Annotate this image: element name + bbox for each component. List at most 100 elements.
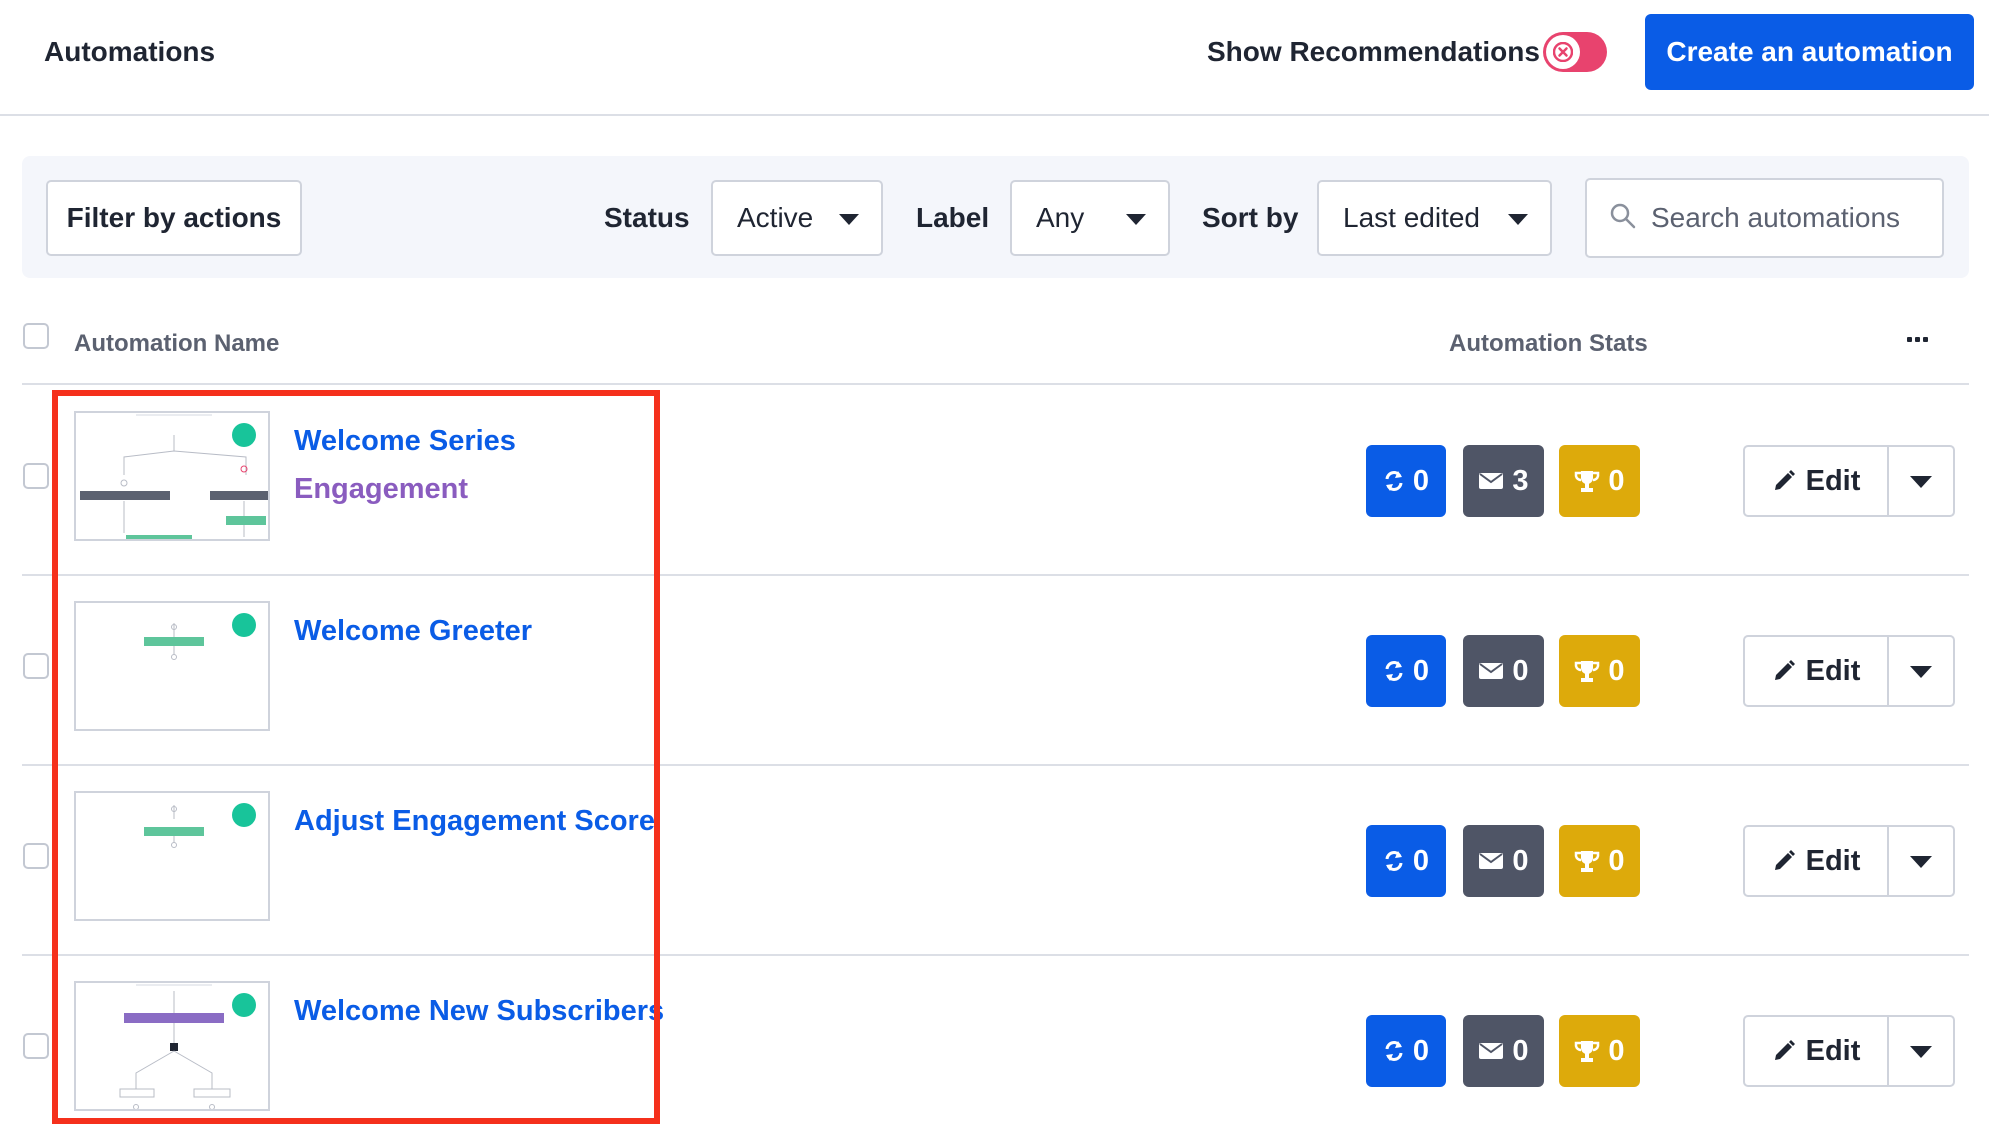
close-icon xyxy=(1553,42,1573,62)
row-checkbox[interactable] xyxy=(23,653,49,679)
table-row: Welcome New Subscribers 0 0 0 Edit xyxy=(0,955,1989,1132)
refresh-icon xyxy=(1385,1041,1403,1061)
refresh-icon xyxy=(1385,851,1403,871)
show-recommendations-toggle[interactable] xyxy=(1543,32,1607,72)
label-select-value: Any xyxy=(1036,202,1085,233)
chevron-down-icon xyxy=(839,214,859,225)
refresh-icon xyxy=(1385,661,1403,681)
edit-button[interactable]: Edit xyxy=(1745,447,1889,515)
edit-dropdown-button[interactable] xyxy=(1889,827,1953,895)
goals-stat[interactable]: 0 xyxy=(1559,1015,1640,1087)
label-filter-label: Label xyxy=(916,202,990,233)
contacts-stat[interactable]: 0 xyxy=(1366,445,1446,517)
chevron-down-icon xyxy=(1508,214,1528,225)
chevron-down-icon xyxy=(1910,856,1932,868)
table-row: Welcome Greeter 0 0 0 Edit xyxy=(0,575,1989,765)
emails-count: 0 xyxy=(1512,654,1529,687)
sort-select[interactable]: Last edited xyxy=(1317,180,1552,256)
contacts-count: 0 xyxy=(1412,654,1430,687)
edit-button[interactable]: Edit xyxy=(1745,637,1889,705)
emails-count: 0 xyxy=(1512,1034,1529,1067)
emails-stat[interactable]: 0 xyxy=(1463,1015,1544,1087)
envelope-icon xyxy=(1479,473,1504,489)
emails-stat[interactable]: 0 xyxy=(1463,825,1544,897)
goals-count: 0 xyxy=(1608,464,1625,497)
edit-button-group: Edit xyxy=(1743,1015,1955,1087)
envelope-icon xyxy=(1479,853,1504,869)
edit-label: Edit xyxy=(1805,1034,1861,1067)
edit-button-group: Edit xyxy=(1743,635,1955,707)
automation-thumbnail[interactable] xyxy=(74,601,270,731)
status-dot xyxy=(232,803,256,827)
automation-name-link[interactable]: Welcome Series xyxy=(294,425,516,458)
goals-count: 0 xyxy=(1608,1034,1625,1067)
more-horizontal-icon[interactable] xyxy=(1907,337,1928,342)
row-checkbox[interactable] xyxy=(23,843,49,869)
envelope-icon xyxy=(1479,1043,1504,1059)
automation-thumbnail[interactable] xyxy=(74,411,270,541)
edit-button-group: Edit xyxy=(1743,445,1955,517)
search-box[interactable] xyxy=(1585,178,1944,258)
edit-dropdown-button[interactable] xyxy=(1889,447,1953,515)
search-input[interactable] xyxy=(1651,194,1931,242)
row-checkbox[interactable] xyxy=(23,463,49,489)
edit-button-group: Edit xyxy=(1743,825,1955,897)
contacts-stat[interactable]: 0 xyxy=(1366,825,1446,897)
goals-stat[interactable]: 0 xyxy=(1559,445,1640,517)
search-icon xyxy=(1610,203,1636,229)
select-all-checkbox[interactable] xyxy=(23,323,49,349)
contacts-count: 0 xyxy=(1412,464,1430,497)
chevron-down-icon xyxy=(1910,1046,1932,1058)
goals-count: 0 xyxy=(1608,844,1625,877)
top-header: Automations Show Recommendations Create … xyxy=(0,0,1989,116)
trophy-icon xyxy=(1575,851,1600,872)
automation-name-link[interactable]: Adjust Engagement Score xyxy=(294,805,655,838)
edit-button[interactable]: Edit xyxy=(1745,1017,1889,1085)
automation-label[interactable]: Engagement xyxy=(294,473,468,506)
automation-name-link[interactable]: Welcome Greeter xyxy=(294,615,532,648)
status-dot xyxy=(232,423,256,447)
trophy-icon xyxy=(1575,471,1600,492)
automation-thumbnail[interactable] xyxy=(74,981,270,1111)
status-select-value: Active xyxy=(737,202,814,233)
filter-by-actions-button[interactable]: Filter by actions xyxy=(46,180,302,256)
goals-stat[interactable]: 0 xyxy=(1559,825,1640,897)
goals-count: 0 xyxy=(1608,654,1625,687)
emails-stat[interactable]: 0 xyxy=(1463,635,1544,707)
emails-count: 3 xyxy=(1512,464,1529,497)
column-header-stats: Automation Stats xyxy=(1449,330,1648,357)
chevron-down-icon xyxy=(1126,214,1146,225)
status-select[interactable]: Active xyxy=(711,180,883,256)
show-recommendations-label: Show Recommendations xyxy=(1207,36,1540,67)
goals-stat[interactable]: 0 xyxy=(1559,635,1640,707)
label-select[interactable]: Any xyxy=(1010,180,1170,256)
emails-stat[interactable]: 3 xyxy=(1463,445,1544,517)
chevron-down-icon xyxy=(1910,476,1932,488)
status-dot xyxy=(232,993,256,1017)
pencil-icon xyxy=(1774,850,1795,870)
table-row: Adjust Engagement Score 0 0 0 Edit xyxy=(0,765,1989,955)
sort-select-value: Last edited xyxy=(1343,202,1480,233)
table-row: Welcome Series Engagement 0 3 0 Edit xyxy=(0,385,1989,575)
emails-count: 0 xyxy=(1512,844,1529,877)
edit-button[interactable]: Edit xyxy=(1745,827,1889,895)
automation-thumbnail[interactable] xyxy=(74,791,270,921)
contacts-stat[interactable]: 0 xyxy=(1366,635,1446,707)
contacts-count: 0 xyxy=(1412,1034,1430,1067)
contacts-stat[interactable]: 0 xyxy=(1366,1015,1446,1087)
pencil-icon xyxy=(1774,660,1795,680)
automation-name-link[interactable]: Welcome New Subscribers xyxy=(294,995,664,1028)
envelope-icon xyxy=(1479,663,1504,679)
status-label: Status xyxy=(604,202,690,233)
contacts-count: 0 xyxy=(1412,844,1430,877)
edit-label: Edit xyxy=(1805,844,1861,877)
edit-dropdown-button[interactable] xyxy=(1889,1017,1953,1085)
pencil-icon xyxy=(1774,1040,1795,1060)
refresh-icon xyxy=(1385,471,1403,491)
edit-dropdown-button[interactable] xyxy=(1889,637,1953,705)
column-header-name[interactable]: Automation Name xyxy=(74,330,279,358)
row-checkbox[interactable] xyxy=(23,1033,49,1059)
status-dot xyxy=(232,613,256,637)
toggle-knob xyxy=(1546,35,1580,69)
create-automation-button[interactable]: Create an automation xyxy=(1645,14,1974,90)
